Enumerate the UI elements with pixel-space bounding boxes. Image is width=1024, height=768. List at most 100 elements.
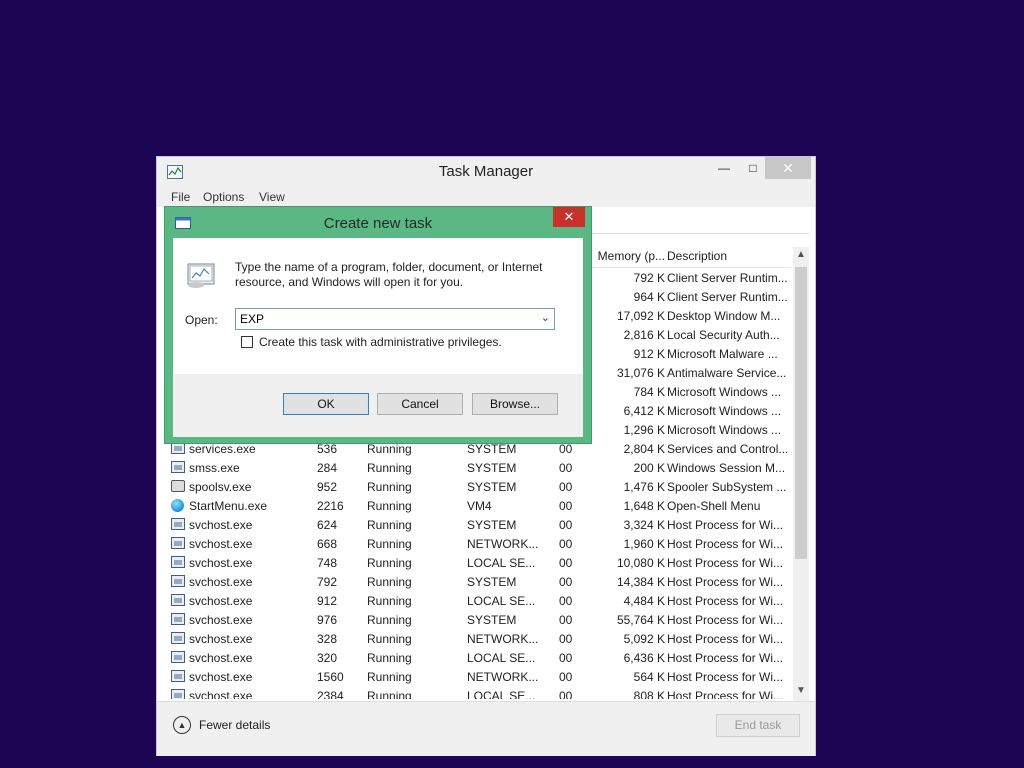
- cell-memory: 1,296 K: [623, 423, 665, 437]
- cell-status: Running: [367, 613, 412, 627]
- cell-memory: 1,960 K: [623, 537, 665, 551]
- cell-description: Host Process for Wi...: [667, 537, 784, 551]
- table-row[interactable]: svchost.exe 320 Running LOCAL SE... 00 6,436 …: [167, 649, 791, 668]
- cell-pid: 624: [317, 518, 338, 532]
- checkbox-box[interactable]: [241, 336, 253, 348]
- cell-pid: 952: [317, 480, 338, 494]
- cell-memory: 792 K: [633, 271, 665, 285]
- cell-memory: 200 K: [633, 461, 665, 475]
- cell-status: Running: [367, 518, 412, 532]
- cell-memory: 10,080 K: [616, 556, 665, 570]
- cell-memory: 3,324 K: [623, 518, 665, 532]
- end-task-button[interactable]: End task: [716, 714, 800, 737]
- globe-icon: [171, 499, 184, 512]
- fewer-details-label: Fewer details: [199, 718, 271, 732]
- scrollbar-thumb[interactable]: [795, 267, 807, 559]
- table-row[interactable]: svchost.exe 912 Running LOCAL SE... 00 4,484 …: [167, 592, 791, 611]
- cell-cpu: 00: [559, 442, 573, 456]
- cell-user: LOCAL SE...: [467, 689, 536, 699]
- cell-memory: 31,076 K: [616, 366, 665, 380]
- table-row[interactable]: svchost.exe 748 Running LOCAL SE... 00 10,080…: [167, 554, 791, 573]
- table-row[interactable]: svchost.exe 792 Running SYSTEM 00 14,384 K Hos…: [167, 573, 791, 592]
- program-icon: [171, 689, 185, 699]
- cell-status: Running: [367, 480, 412, 494]
- ok-button[interactable]: OK: [283, 393, 369, 415]
- cell-name: svchost.exe: [189, 594, 253, 608]
- cell-name: svchost.exe: [189, 670, 253, 684]
- cell-name: StartMenu.exe: [189, 499, 268, 513]
- cell-name: svchost.exe: [189, 518, 253, 532]
- table-row[interactable]: svchost.exe 2384 Running LOCAL SE... 00 808 K…: [167, 687, 791, 699]
- scroll-up-arrow-icon[interactable]: ▲: [793, 247, 809, 263]
- cell-pid: 1560: [317, 670, 344, 684]
- cell-name: svchost.exe: [189, 651, 253, 665]
- cell-cpu: 00: [559, 480, 573, 494]
- cell-user: NETWORK...: [467, 632, 539, 646]
- cell-memory: 1,648 K: [623, 499, 665, 513]
- program-icon: [171, 613, 185, 625]
- table-row[interactable]: StartMenu.exe 2216 Running VM4 00 1,648 K Open…: [167, 497, 791, 516]
- open-input[interactable]: [240, 311, 530, 327]
- cell-description: Client Server Runtim...: [667, 290, 787, 304]
- cell-description: Desktop Window M...: [667, 309, 781, 323]
- open-combobox[interactable]: ⌄: [235, 308, 555, 330]
- table-row[interactable]: svchost.exe 668 Running NETWORK... 00 1,960 K…: [167, 535, 791, 554]
- chevron-up-icon: ▲: [173, 716, 191, 734]
- menu-file[interactable]: File: [171, 190, 190, 204]
- cell-status: Running: [367, 689, 412, 699]
- cell-description: Host Process for Wi...: [667, 651, 784, 665]
- cell-memory: 55,764 K: [616, 613, 665, 627]
- cell-memory: 784 K: [633, 385, 665, 399]
- cell-user: SYSTEM: [467, 480, 517, 494]
- cell-description: Windows Session M...: [667, 461, 786, 475]
- menu-options[interactable]: Options: [203, 190, 244, 204]
- table-row[interactable]: spoolsv.exe 952 Running SYSTEM 00 1,476 K Spoo…: [167, 478, 791, 497]
- cell-user: NETWORK...: [467, 670, 539, 684]
- table-row[interactable]: svchost.exe 976 Running SYSTEM 00 55,764 K Hos…: [167, 611, 791, 630]
- cell-cpu: 00: [559, 632, 573, 646]
- cell-cpu: 00: [559, 689, 573, 699]
- cell-user: SYSTEM: [467, 613, 517, 627]
- cell-description: Host Process for Wi...: [667, 670, 784, 684]
- cell-memory: 912 K: [633, 347, 665, 361]
- cell-cpu: 00: [559, 575, 573, 589]
- close-button[interactable]: ✕: [765, 157, 811, 179]
- maximize-button[interactable]: □: [739, 157, 767, 179]
- cell-user: LOCAL SE...: [467, 651, 536, 665]
- cell-cpu: 00: [559, 518, 573, 532]
- cell-description: Services and Control...: [667, 442, 787, 456]
- close-icon: ✕: [563, 209, 575, 224]
- column-header-description[interactable]: Description: [667, 249, 727, 263]
- program-icon: [171, 651, 185, 663]
- menu-view[interactable]: View: [259, 190, 285, 204]
- cell-cpu: 00: [559, 499, 573, 513]
- browse-button[interactable]: Browse...: [472, 393, 558, 415]
- task-manager-titlebar[interactable]: Task Manager — □ ✕: [157, 157, 815, 187]
- minimize-button[interactable]: —: [709, 157, 739, 179]
- cancel-button[interactable]: Cancel: [377, 393, 463, 415]
- scroll-down-arrow-icon[interactable]: ▼: [793, 683, 809, 699]
- table-row[interactable]: svchost.exe 1560 Running NETWORK... 00 564 KH…: [167, 668, 791, 687]
- cell-user: SYSTEM: [467, 461, 517, 475]
- program-icon: [171, 632, 185, 644]
- cell-pid: 2384: [317, 689, 344, 699]
- cell-status: Running: [367, 594, 412, 608]
- cell-description: Host Process for Wi...: [667, 632, 784, 646]
- cell-memory: 564 K: [633, 670, 665, 684]
- dialog-close-button[interactable]: ✕: [553, 207, 585, 227]
- column-header-memory[interactable]: Memory (p...: [587, 249, 665, 263]
- cell-memory: 4,484 K: [623, 594, 665, 608]
- cell-description: Antimalware Service...: [667, 366, 787, 380]
- cell-user: VM4: [467, 499, 492, 513]
- program-icon: [171, 575, 185, 587]
- cell-memory: 808 K: [633, 689, 665, 699]
- table-row[interactable]: smss.exe 284 Running SYSTEM 00 200 K Windows S…: [167, 459, 791, 478]
- printer-icon: [171, 480, 185, 492]
- chevron-down-icon[interactable]: ⌄: [541, 311, 550, 324]
- table-row[interactable]: svchost.exe 624 Running SYSTEM 00 3,324 K Host…: [167, 516, 791, 535]
- dialog-titlebar[interactable]: Create new task ✕: [165, 207, 591, 237]
- table-row[interactable]: svchost.exe 328 Running NETWORK... 00 5,092 K…: [167, 630, 791, 649]
- cell-memory: 5,092 K: [623, 632, 665, 646]
- cell-cpu: 00: [559, 537, 573, 551]
- cell-memory: 14,384 K: [616, 575, 665, 589]
